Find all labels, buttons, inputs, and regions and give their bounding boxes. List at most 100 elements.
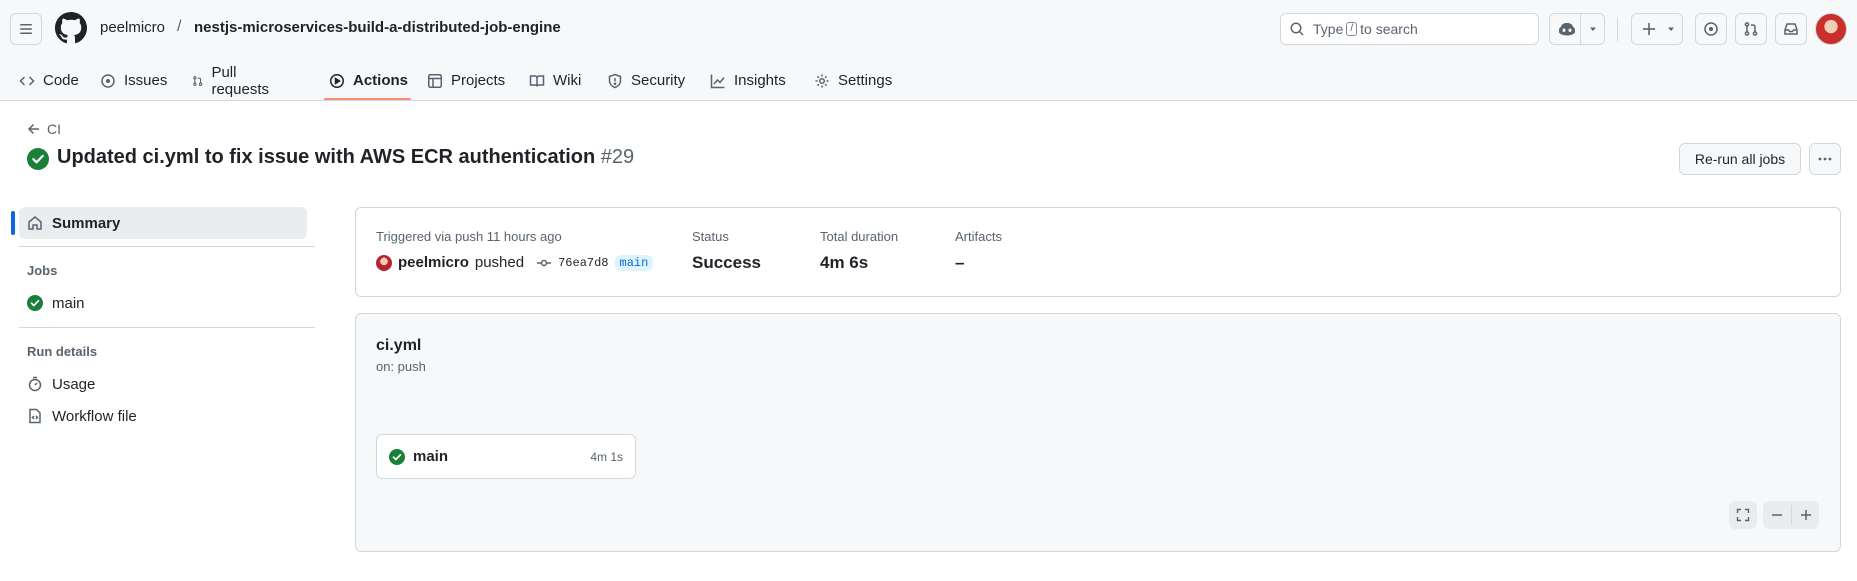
actor-avatar <box>376 254 392 271</box>
arrow-left-icon <box>27 123 39 135</box>
trigger-label: Triggered via push 11 hours ago <box>376 229 562 244</box>
branch-label[interactable]: main <box>614 254 654 271</box>
job-card-main[interactable]: main 4m 1s <box>376 434 636 479</box>
zoom-out-button[interactable] <box>1763 501 1791 529</box>
sidebar-divider <box>19 246 315 247</box>
file-code-icon <box>29 408 41 424</box>
active-tab-underline <box>324 98 411 100</box>
tab-label: Projects <box>451 72 506 89</box>
inbox-icon <box>1784 23 1798 35</box>
graph-icon <box>710 74 725 88</box>
run-details-heading: Run details <box>27 344 98 359</box>
menu-button[interactable] <box>10 13 42 45</box>
tab-label: Pull requests <box>211 63 269 98</box>
search-input[interactable]: Type / to search <box>1280 13 1539 45</box>
tab-label: Code <box>43 72 79 89</box>
sidebar-item-workflow-file[interactable]: Workflow file <box>19 400 307 432</box>
tab-label: Actions <box>353 72 409 89</box>
sidebar-item-label: Summary <box>52 214 121 232</box>
search-prefix: Type <box>1313 21 1344 37</box>
run-title: Updated ci.yml to fix issue with AWS ECR… <box>57 146 596 168</box>
tab-code[interactable]: Code <box>19 60 79 101</box>
duration-label: Total duration <box>820 229 899 244</box>
tab-label: Insights <box>734 72 786 89</box>
actor-link[interactable]: peelmicro <box>398 254 469 271</box>
repo-owner-link[interactable]: peelmicro <box>100 19 165 36</box>
back-to-workflow-link[interactable]: CI <box>27 121 61 137</box>
home-icon <box>28 216 42 230</box>
tab-label: Wiki <box>553 72 582 89</box>
tab-settings[interactable]: Settings <box>814 60 892 101</box>
sidebar-item-job-main[interactable]: main <box>19 287 307 319</box>
copilot-icon <box>1559 23 1575 36</box>
sidebar-item-summary[interactable]: Summary <box>19 207 307 239</box>
job-duration: 4m 1s <box>590 449 623 464</box>
tab-projects[interactable]: Projects <box>427 60 505 101</box>
success-status-icon <box>27 148 49 170</box>
kebab-horizontal-icon <box>1818 157 1832 161</box>
issues-button[interactable] <box>1695 13 1727 45</box>
commit-icon <box>537 259 552 266</box>
zoom-in-button[interactable] <box>1792 501 1819 529</box>
breadcrumb-separator: / <box>177 18 182 35</box>
run-number: #29 <box>600 146 635 168</box>
stopwatch-icon <box>28 376 42 392</box>
workflow-name: CI <box>47 121 61 137</box>
issue-icon <box>1704 22 1718 36</box>
active-item-indicator <box>11 211 15 235</box>
plus-icon <box>1643 23 1655 35</box>
header-divider <box>1617 17 1618 41</box>
issue-icon <box>101 73 115 88</box>
hamburger-icon <box>20 24 32 34</box>
plus-icon <box>1800 510 1811 520</box>
sidebar-item-label: Workflow file <box>52 407 137 425</box>
chevron-down-icon <box>1668 27 1674 31</box>
fullscreen-button[interactable] <box>1729 501 1757 529</box>
tab-security[interactable]: Security <box>607 60 685 101</box>
sidebar-item-usage[interactable]: Usage <box>19 368 307 400</box>
jobs-heading: Jobs <box>27 263 58 278</box>
run-summary-card: Triggered via push 11 hours ago peelmicr… <box>355 207 1841 297</box>
tab-label: Issues <box>124 72 168 89</box>
gear-icon <box>815 74 829 87</box>
success-status-icon <box>389 448 405 465</box>
tab-issues[interactable]: Issues <box>100 60 167 101</box>
duration-value[interactable]: 4m 6s <box>820 253 868 273</box>
pull-request-icon <box>1744 22 1758 36</box>
sidebar-item-label: main <box>52 294 85 312</box>
create-new-button[interactable] <box>1631 13 1683 45</box>
tab-insights[interactable]: Insights <box>710 60 786 101</box>
user-avatar[interactable] <box>1815 13 1847 45</box>
repo-name-link[interactable]: nestjs-microservices-build-a-distributed… <box>194 19 561 36</box>
search-suffix: to search <box>1360 21 1418 37</box>
more-options-button[interactable] <box>1809 143 1841 175</box>
sidebar-item-label: Usage <box>52 375 96 393</box>
code-icon <box>19 75 35 86</box>
search-icon <box>1290 22 1304 36</box>
workflow-trigger: on: push <box>376 359 426 374</box>
shield-icon <box>608 73 622 88</box>
page-title: Updated ci.yml to fix issue with AWS ECR… <box>57 146 634 169</box>
rerun-all-jobs-button[interactable]: Re-run all jobs <box>1679 143 1801 175</box>
tab-actions[interactable]: Actions <box>329 60 408 101</box>
play-icon <box>330 73 344 88</box>
workflow-graph: ci.yml on: push main 4m 1s <box>355 313 1841 552</box>
push-action: pushed <box>474 254 525 271</box>
push-info: peelmicro pushed 76ea7d8 main <box>376 254 654 271</box>
pull-requests-button[interactable] <box>1735 13 1767 45</box>
minus-icon <box>1772 514 1782 516</box>
tab-wiki[interactable]: Wiki <box>529 60 581 101</box>
github-logo[interactable] <box>55 12 87 44</box>
tab-pull-requests[interactable]: Pull requests <box>192 60 274 101</box>
commit-sha-link[interactable]: 76ea7d8 <box>558 256 608 270</box>
copilot-button[interactable] <box>1549 13 1605 45</box>
book-icon <box>529 74 545 87</box>
screen-full-icon <box>1736 508 1750 522</box>
tab-label: Settings <box>838 72 893 89</box>
pull-request-icon <box>193 75 203 86</box>
tab-label: Security <box>631 72 686 89</box>
job-name: main <box>413 448 449 465</box>
artifacts-label: Artifacts <box>955 229 1002 244</box>
chevron-down-icon <box>1590 27 1596 31</box>
inbox-button[interactable] <box>1775 13 1807 45</box>
